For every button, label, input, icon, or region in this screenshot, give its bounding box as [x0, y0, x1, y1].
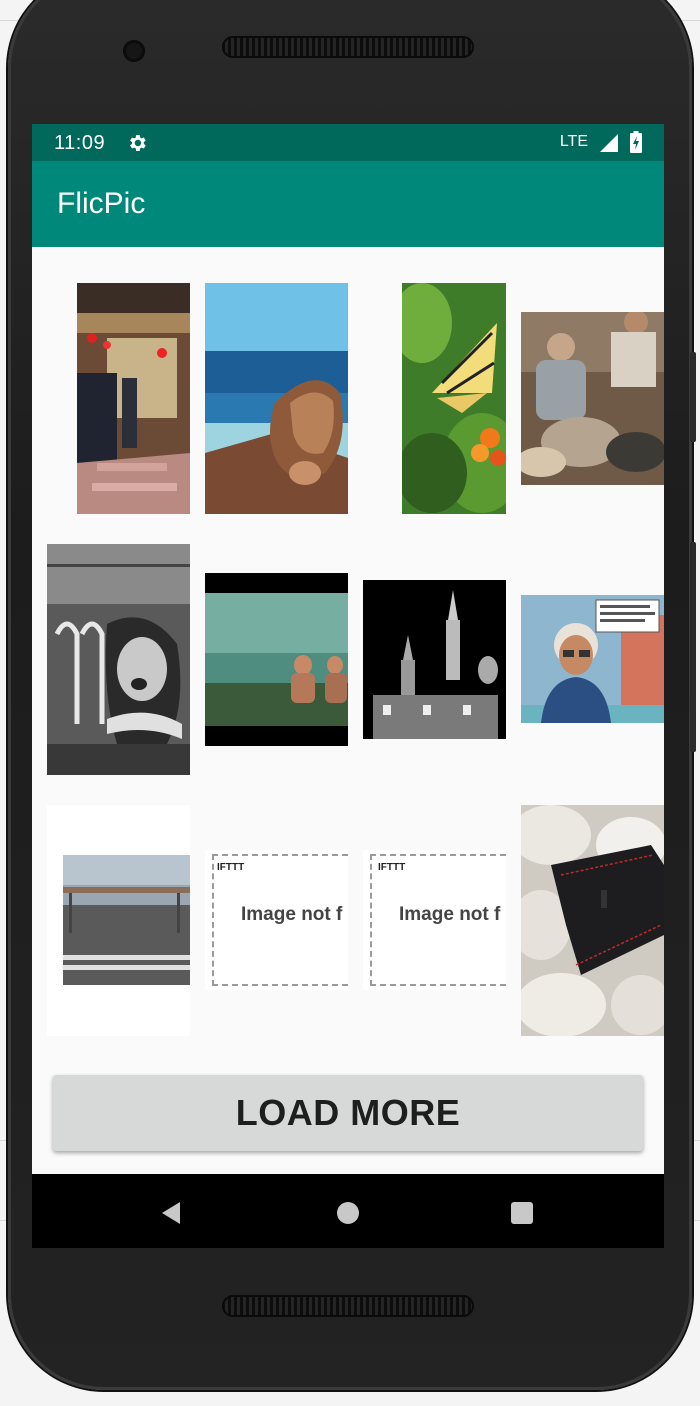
photo-person-eating[interactable] [47, 544, 190, 775]
power-button [690, 542, 696, 752]
photo-butterfly[interactable] [402, 283, 506, 514]
recents-icon[interactable] [507, 1198, 537, 1228]
photo-image-not-found-1[interactable]: IFTTT Image not f [205, 850, 348, 990]
load-more-button[interactable]: LOAD MORE [53, 1075, 643, 1151]
app-bar: FlicPic [32, 161, 664, 247]
volume-button [690, 352, 696, 442]
gear-icon [130, 135, 146, 151]
status-time: 11:09 [54, 132, 106, 154]
app-title: FlicPic [57, 187, 146, 220]
navigation-bar [32, 1174, 664, 1248]
photo-cartoon-avatar[interactable] [521, 595, 664, 723]
photo-swimmers[interactable] [205, 573, 348, 746]
ifttt-label: IFTTT [217, 862, 245, 873]
top-speaker [222, 36, 474, 58]
photo-road-no-entry[interactable] [47, 805, 190, 1036]
ifttt-label: IFTTT [378, 862, 406, 873]
image-not-found-text: Image not f [241, 904, 343, 925]
device-screen: 11:09 LTE FlicPic IFTTT Image not f IFTT… [32, 124, 664, 1248]
bottom-speaker [222, 1295, 474, 1317]
image-not-found-text: Image not f [399, 904, 501, 925]
status-bar: 11:09 LTE [32, 124, 664, 161]
photo-people-kitchen[interactable] [521, 312, 664, 485]
photo-watch-strap-stones[interactable] [521, 805, 664, 1036]
photo-basilica-night[interactable] [363, 580, 506, 739]
battery-charging-icon [630, 131, 642, 153]
home-icon[interactable] [333, 1198, 363, 1228]
signal-icon [600, 134, 618, 152]
photo-market-street[interactable] [77, 283, 190, 514]
back-icon[interactable] [156, 1198, 186, 1228]
photo-rock-sea[interactable] [205, 283, 348, 514]
photo-image-not-found-2[interactable]: IFTTT Image not f [363, 850, 506, 990]
front-camera [123, 40, 145, 62]
network-type: LTE [559, 133, 588, 150]
